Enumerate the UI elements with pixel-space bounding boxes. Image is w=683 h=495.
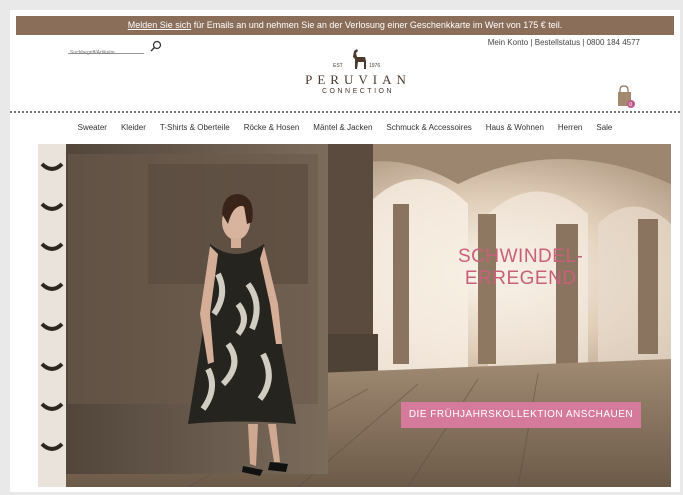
hero-image: [38, 144, 671, 487]
nav-item-sweater[interactable]: Sweater: [78, 123, 107, 141]
nav-item-t-shirts-oberteile[interactable]: T-Shirts & Oberteile: [160, 123, 230, 141]
nav-item-schmuck-accessoires[interactable]: Schmuck & Accessoires: [386, 123, 471, 141]
header-divider: [10, 111, 680, 113]
svg-text:0: 0: [629, 102, 632, 108]
nav-item-kleider[interactable]: Kleider: [121, 123, 146, 141]
nav-item-mäntel-jacken[interactable]: Mäntel & Jacken: [313, 123, 372, 141]
logo-est: EST: [333, 63, 343, 69]
hero-banner[interactable]: SCHWINDEL- ERREGEND DIE FRÜHJAHRSKOLLEKT…: [38, 144, 671, 487]
hero-headline-line2: ERREGEND: [464, 268, 577, 289]
main-navigation: Sweater Kleider T-Shirts & Oberteile Röcke …: [10, 123, 680, 141]
shop-collection-button[interactable]: DIE FRÜHJAHRSKOLLEKTION ANSCHAUEN: [401, 402, 641, 428]
search-icon[interactable]: [150, 40, 162, 52]
search-field[interactable]: [68, 41, 146, 59]
alpaca-logo-icon[interactable]: EST 1976: [329, 45, 389, 71]
hero-headline: SCHWINDEL- ERREGEND: [458, 246, 583, 290]
shopping-bag-icon[interactable]: 0: [616, 84, 638, 110]
nav-item-herren[interactable]: Herren: [558, 123, 582, 141]
promo-text: für Emails an und nehmen Sie an der Verl…: [191, 20, 563, 30]
logo-subtitle: CONNECTION: [321, 88, 395, 95]
hero-headline-line1: SCHWINDEL-: [458, 246, 584, 267]
nav-item-sale[interactable]: Sale: [596, 123, 612, 141]
newsletter-signup-link[interactable]: Melden Sie sich: [128, 20, 192, 30]
logo-wordmark[interactable]: PERUVIAN: [288, 72, 428, 88]
search-input[interactable]: [68, 47, 146, 59]
nav-item-haus-wohnen[interactable]: Haus & Wohnen: [486, 123, 544, 141]
promo-bar: Melden Sie sich für Emails an und nehmen…: [16, 16, 674, 35]
account-links[interactable]: Mein Konto | Bestellstatus | 0800 184 45…: [488, 38, 640, 47]
nav-item-röcke-hosen[interactable]: Röcke & Hosen: [244, 123, 300, 141]
logo-year: 1976: [369, 63, 380, 69]
page-frame: Melden Sie sich für Emails an und nehmen…: [10, 10, 680, 492]
